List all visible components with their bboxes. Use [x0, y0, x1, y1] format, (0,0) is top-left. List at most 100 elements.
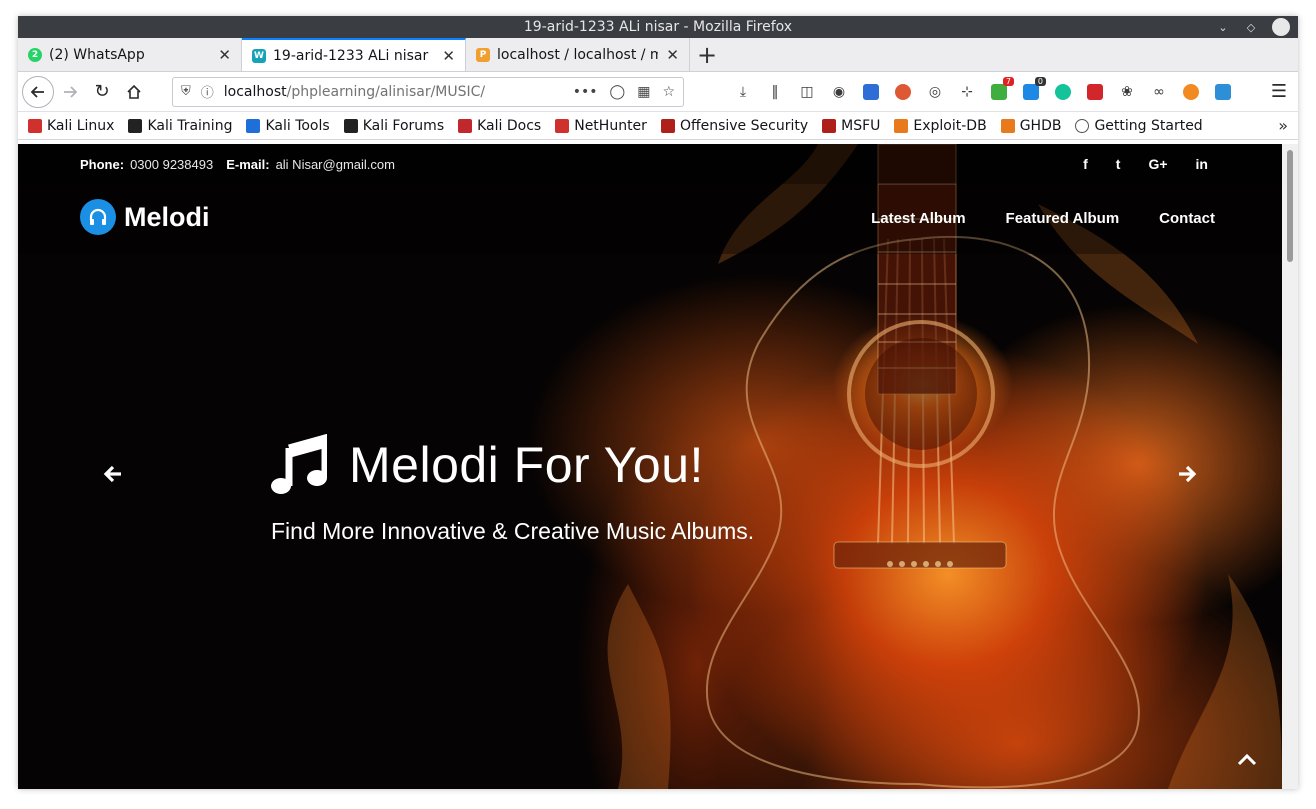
downloads-icon[interactable]: ⤓ [732, 81, 754, 103]
browser-window: 19-arid-1233 ALi nisar - Mozilla Firefox… [18, 16, 1298, 789]
bookmark-msfu[interactable]: MSFU [822, 118, 880, 134]
nav-featured-album[interactable]: Featured Album [1006, 210, 1120, 227]
reload-button[interactable]: ↻ [86, 76, 118, 108]
badge-count: 7 [1002, 76, 1014, 86]
translate-icon[interactable]: ▦ [637, 84, 650, 100]
close-tab-icon[interactable]: ✕ [666, 46, 679, 64]
bookmark-label: NetHunter [574, 117, 647, 134]
kali-icon [555, 118, 570, 133]
tab-phpmyadmin[interactable]: P localhost / localhost / mu ✕ [466, 38, 690, 71]
contact-strip: Phone: 0300 9238493 E-mail: ali Nisar@gm… [18, 144, 1282, 184]
brand-name: Melodi [124, 201, 210, 232]
grammarly-icon[interactable] [1052, 81, 1074, 103]
url-text[interactable]: localhost/phplearning/alinisar/MUSIC/ [224, 84, 573, 100]
home-button[interactable] [118, 76, 150, 108]
minimize-icon[interactable]: ⌄ [1216, 20, 1230, 34]
download-manager-icon[interactable]: 7 [988, 76, 1014, 103]
shield-icon[interactable]: ⛨ [181, 84, 191, 99]
next-slide-icon[interactable] [1175, 462, 1199, 486]
close-window-icon[interactable] [1272, 18, 1290, 36]
bookmark-label: Kali Linux [47, 117, 115, 134]
url-host: localhost [223, 83, 287, 100]
email-address[interactable]: ali Nisar@gmail.com [276, 157, 395, 172]
globe-icon[interactable]: ◎ [924, 81, 946, 103]
kali-icon [28, 118, 42, 133]
menu-icon[interactable]: ☰ [1264, 76, 1294, 108]
email-label: E-mail: [226, 156, 270, 172]
bookmark-exploit-db[interactable]: Exploit-DB [894, 117, 987, 134]
notification-icon[interactable]: 0 [1020, 76, 1046, 103]
hero-caption: Melodi For You! Find More Innovative & C… [271, 434, 754, 545]
back-button[interactable] [22, 75, 54, 108]
crop-icon[interactable]: ⊹ [956, 81, 978, 103]
bookmark-label: Kali Docs [477, 117, 542, 134]
hero-subtitle: Find More Innovative & Creative Music Al… [271, 518, 755, 544]
facebook-icon[interactable]: f [1083, 156, 1088, 172]
tab-label: 19-arid-1233 ALi nisar [273, 47, 429, 64]
forward-button[interactable] [54, 76, 86, 108]
pocket-icon[interactable]: ◯ [610, 84, 626, 100]
library-icon[interactable]: ‖ [764, 81, 786, 103]
tab-whatsapp[interactable]: 2 (2) WhatsApp ✕ [18, 38, 242, 71]
nav-bar: ↻ ⛨ ⓘ localhost/phplearning/alinisar/MUS… [18, 72, 1298, 112]
screenshot-icon[interactable] [1212, 81, 1234, 103]
url-bar[interactable]: ⛨ ⓘ localhost/phplearning/alinisar/MUSIC… [172, 76, 684, 107]
scroll-to-top-icon[interactable] [1236, 749, 1258, 771]
bookmark-getting-started[interactable]: Getting Started [1075, 117, 1203, 134]
web-page: Phone: 0300 9238493 E-mail: ali Nisar@gm… [18, 144, 1282, 789]
pdf-icon[interactable] [1084, 81, 1106, 103]
tab-site[interactable]: W 19-arid-1233 ALi nisar ✕ [242, 38, 466, 71]
site-logo[interactable]: Melodi [80, 199, 210, 235]
social-links: f t G+ in [1083, 156, 1208, 172]
hero-title: Melodi For You! [349, 437, 704, 493]
extension-icon[interactable]: ◉ [828, 81, 850, 103]
bookmark-kali-tools[interactable]: Kali Tools [246, 117, 330, 134]
kali-icon [246, 118, 261, 133]
headphones-icon [80, 199, 116, 235]
google-plus-icon[interactable]: G+ [1148, 156, 1167, 172]
blocker-icon[interactable] [1180, 81, 1202, 103]
bookmark-label: Getting Started [1094, 117, 1203, 134]
new-tab-button[interactable]: + [690, 38, 724, 71]
maximize-icon[interactable]: ◇ [1244, 20, 1258, 34]
more-bookmarks-icon[interactable]: » [1278, 116, 1288, 135]
bookmark-label: Kali Training [147, 117, 233, 134]
duckduckgo-icon[interactable] [892, 81, 914, 103]
bookmark-label: Exploit-DB [913, 117, 987, 134]
nav-latest-album[interactable]: Latest Album [871, 210, 965, 227]
bookmark-label: GHDB [1019, 117, 1062, 134]
kali-icon [343, 118, 358, 133]
bookmark-label: Kali Forums [362, 117, 445, 134]
bookmark-star-icon[interactable]: ☆ [662, 84, 675, 100]
previous-slide-icon[interactable] [101, 462, 125, 486]
nav-contact[interactable]: Contact [1159, 210, 1215, 227]
whatsapp-icon: 2 [28, 47, 42, 62]
cookie-icon[interactable]: ❀ [1116, 81, 1138, 103]
bookmark-label: Offensive Security [679, 117, 809, 134]
bookmark-nethunter[interactable]: NetHunter [555, 118, 647, 134]
linkedin-icon[interactable]: in [1196, 156, 1208, 172]
page-scrollbar[interactable] [1282, 144, 1298, 789]
page-actions-icon[interactable]: ••• [573, 84, 598, 100]
twitter-icon[interactable]: t [1116, 156, 1121, 172]
sync-icon[interactable]: ∞ [1148, 81, 1170, 103]
bookmark-kali-linux[interactable]: Kali Linux [28, 118, 114, 134]
translate-ext-icon[interactable] [860, 81, 882, 103]
sidebar-icon[interactable]: ◫ [796, 81, 818, 103]
bookmark-kali-forums[interactable]: Kali Forums [343, 117, 445, 134]
back-arrow-icon [30, 85, 44, 98]
main-nav: Latest Album Featured Album Contact [871, 210, 1215, 227]
scrollbar-thumb[interactable] [1287, 150, 1293, 262]
phone-label: Phone: [80, 156, 125, 172]
phpmyadmin-icon: P [476, 47, 490, 62]
bookmark-kali-training[interactable]: Kali Training [128, 118, 232, 134]
exploit-db-icon [1000, 118, 1015, 133]
bookmark-label: Kali Tools [265, 117, 330, 134]
info-icon[interactable]: ⓘ [201, 82, 214, 101]
bookmark-kali-docs[interactable]: Kali Docs [458, 118, 541, 134]
close-tab-icon[interactable]: ✕ [442, 47, 455, 65]
exploit-db-icon [894, 118, 909, 133]
bookmark-ghdb[interactable]: GHDB [1000, 117, 1062, 134]
close-tab-icon[interactable]: ✕ [218, 46, 231, 64]
bookmark-offensive-security[interactable]: Offensive Security [660, 117, 809, 134]
